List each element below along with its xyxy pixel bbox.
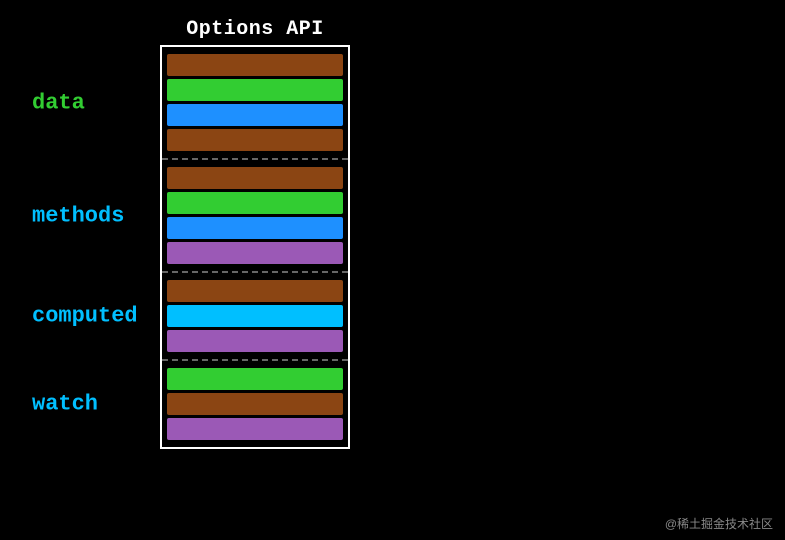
bar xyxy=(167,79,343,101)
label-data: data xyxy=(32,90,85,115)
bar xyxy=(167,54,343,76)
bar xyxy=(167,418,343,440)
diagram-container: Options API data methods computed xyxy=(160,18,350,449)
options-api-box: data methods computed watch xyxy=(160,47,350,449)
bar xyxy=(167,129,343,151)
bar xyxy=(167,393,343,415)
bar xyxy=(167,330,343,352)
section-watch: watch xyxy=(162,359,348,447)
bar xyxy=(167,242,343,264)
bar xyxy=(167,104,343,126)
label-computed: computed xyxy=(32,304,138,329)
diagram-title: Options API xyxy=(160,18,350,41)
section-data: data xyxy=(162,47,348,158)
bar xyxy=(167,305,343,327)
section-computed: computed xyxy=(162,271,348,359)
watermark: @稀土掘金技术社区 xyxy=(665,515,773,532)
bar xyxy=(167,167,343,189)
bar xyxy=(167,192,343,214)
bar xyxy=(167,368,343,390)
bar xyxy=(167,280,343,302)
label-methods: methods xyxy=(32,203,124,228)
label-watch: watch xyxy=(32,392,98,417)
section-methods: methods xyxy=(162,158,348,271)
bar xyxy=(167,217,343,239)
